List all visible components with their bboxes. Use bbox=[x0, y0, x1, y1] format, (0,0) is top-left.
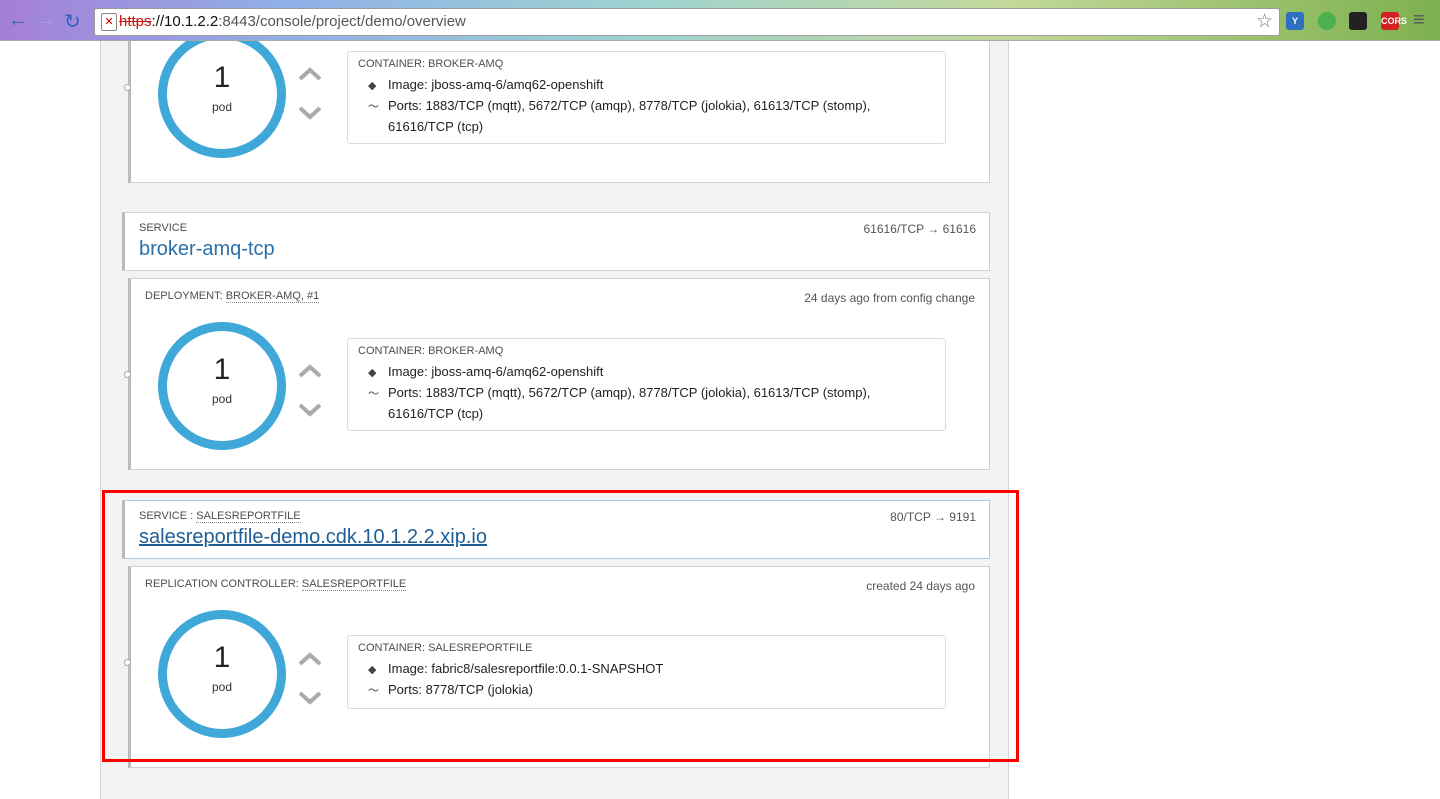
scale-down-icon[interactable] bbox=[296, 103, 324, 123]
menu-icon[interactable]: ≡ bbox=[1413, 9, 1425, 32]
pod-unit: pod bbox=[211, 392, 233, 406]
overview-content: 1 pod CONTAINER: BROKER-AMQ ◆ Image: jbos… bbox=[0, 41, 1440, 799]
ports-row: 〜 Ports: 1883/TCP (mqtt), 5672/TCP (amqp)… bbox=[368, 95, 870, 118]
pulse-icon: 〜 bbox=[368, 388, 379, 400]
image-row: ◆ Image: jboss-amq-6/amq62-openshift bbox=[368, 74, 603, 97]
tree-node-icon bbox=[124, 84, 131, 91]
ports-row-continued: 61616/TCP (tcp) bbox=[388, 119, 484, 134]
scale-down-icon[interactable] bbox=[296, 400, 324, 420]
service-name[interactable]: broker-amq-tcp bbox=[139, 238, 275, 261]
container-label: CONTAINER: BROKER-AMQ bbox=[358, 58, 504, 70]
deployment-card-broker-amq-1: DEPLOYMENT: BROKER-AMQ, #1 24 days ago f… bbox=[124, 278, 990, 470]
deployment-label: DEPLOYMENT: BROKER-AMQ, #1 bbox=[145, 290, 320, 303]
chrome-extension-icon[interactable] bbox=[1318, 12, 1336, 30]
scale-up-icon[interactable] bbox=[296, 64, 324, 84]
deployment-card-broker-amq: 1 pod CONTAINER: BROKER-AMQ ◆ Image: jbos… bbox=[124, 41, 990, 183]
pod-count: 1 bbox=[213, 353, 231, 386]
container-label: CONTAINER: BROKER-AMQ bbox=[358, 345, 504, 357]
pod-count: 1 bbox=[213, 61, 231, 94]
container-box: CONTAINER: BROKER-AMQ ◆ Image: jboss-amq-… bbox=[347, 338, 946, 431]
pod-donut[interactable]: 1 pod bbox=[158, 322, 286, 450]
pulse-icon: 〜 bbox=[368, 101, 379, 113]
scale-up-icon[interactable] bbox=[296, 361, 324, 381]
pod-donut[interactable]: 1 pod bbox=[158, 41, 286, 158]
layers-icon: ◆ bbox=[368, 80, 377, 92]
service-label: SERVICE bbox=[139, 222, 188, 234]
insecure-lock-icon[interactable]: ✕ bbox=[101, 13, 117, 31]
service-card-broker-amq-tcp: SERVICE broker-amq-tcp 61616/TCP → 61616 bbox=[122, 212, 990, 271]
ports-row-continued: 61616/TCP (tcp) bbox=[388, 406, 484, 421]
container-box: CONTAINER: BROKER-AMQ ◆ Image: jboss-amq-… bbox=[347, 51, 946, 144]
reload-icon[interactable]: ↻ bbox=[64, 9, 81, 34]
address-bar[interactable]: ✕ https://10.1.2.2:8443/console/project/… bbox=[94, 8, 1280, 36]
pod-unit: pod bbox=[211, 100, 233, 114]
red-highlight-box bbox=[102, 490, 1019, 762]
browser-toolbar: ← → ↻ ✕ https://10.1.2.2:8443/console/pr… bbox=[0, 0, 1440, 41]
image-row: ◆ Image: jboss-amq-6/amq62-openshift bbox=[368, 361, 603, 384]
deployment-time: 24 days ago from config change bbox=[804, 291, 975, 305]
back-arrow-icon[interactable]: ← bbox=[8, 9, 28, 32]
forward-arrow-icon[interactable]: → bbox=[36, 9, 56, 32]
mask-extension-icon[interactable] bbox=[1349, 12, 1367, 30]
ports-row: 〜 Ports: 1883/TCP (mqtt), 5672/TCP (amqp)… bbox=[368, 382, 870, 405]
layers-icon: ◆ bbox=[368, 367, 377, 379]
cors-extension-icon[interactable]: CORS bbox=[1381, 12, 1407, 30]
url-text[interactable]: https://10.1.2.2:8443/console/project/de… bbox=[119, 13, 466, 30]
deployment-link[interactable]: BROKER-AMQ, #1 bbox=[225, 290, 320, 303]
bookmark-star-icon[interactable]: ☆ bbox=[1256, 10, 1273, 33]
tree-node-icon bbox=[124, 371, 131, 378]
service-ports: 61616/TCP → 61616 bbox=[863, 222, 976, 236]
yslow-extension-icon[interactable]: Y bbox=[1286, 12, 1304, 30]
